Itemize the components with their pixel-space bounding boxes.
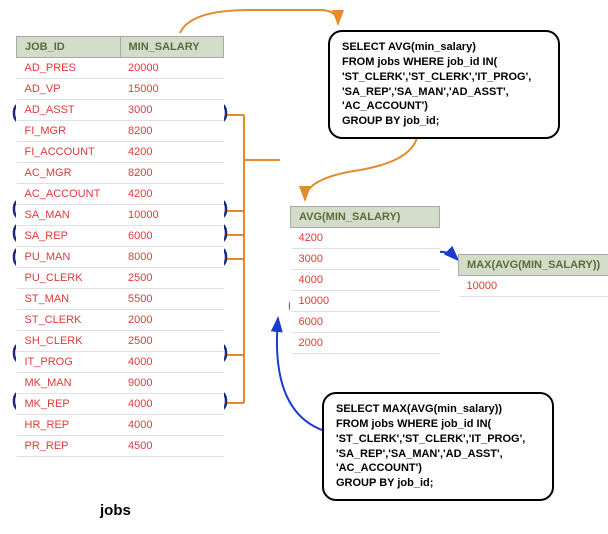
avg-col-header: AVG(MIN_SALARY)	[291, 207, 440, 228]
jobs-table: JOB_ID MIN_SALARY AD_PRES20000AD_VP15000…	[16, 36, 224, 457]
jobs-cell-min-salary: 8200	[120, 163, 224, 184]
jobs-cell-job-id: PU_CLERK	[17, 268, 121, 289]
jobs-cell-job-id: ST_MAN	[17, 289, 121, 310]
sql-box-max: SELECT MAX(AVG(min_salary)) FROM jobs WH…	[322, 392, 554, 501]
table-row: AC_MGR8200	[17, 163, 224, 184]
table-row: FI_MGR8200	[17, 121, 224, 142]
table-row: ST_MAN5500	[17, 289, 224, 310]
table-row: 10000	[291, 291, 440, 312]
table-row: IT_PROG4000	[17, 352, 224, 373]
table-row: FI_ACCOUNT4200	[17, 142, 224, 163]
jobs-col-min-salary: MIN_SALARY	[120, 37, 224, 58]
jobs-cell-job-id: MK_MAN	[17, 373, 121, 394]
table-row: 6000	[291, 312, 440, 333]
jobs-cell-job-id: SH_CLERK	[17, 331, 121, 352]
sql-line: GROUP BY job_id;	[336, 476, 540, 491]
jobs-cell-job-id: PR_REP	[17, 436, 121, 457]
jobs-cell-min-salary: 10000	[120, 205, 224, 226]
table-row: 2000	[291, 333, 440, 354]
table-row: AD_ASST3000	[17, 100, 224, 121]
jobs-cell-min-salary: 2500	[120, 268, 224, 289]
jobs-cell-min-salary: 4000	[120, 394, 224, 415]
table-row: AD_PRES20000	[17, 58, 224, 79]
table-row: 4200	[291, 228, 440, 249]
sql-line: SELECT MAX(AVG(min_salary))	[336, 402, 540, 417]
jobs-cell-min-salary: 4200	[120, 184, 224, 205]
jobs-cell-min-salary: 15000	[120, 79, 224, 100]
jobs-cell-job-id: AC_MGR	[17, 163, 121, 184]
sql-line: GROUP BY job_id;	[342, 114, 546, 129]
avg-cell: 6000	[291, 312, 440, 333]
max-col-header: MAX(AVG(MIN_SALARY))	[459, 255, 608, 276]
sql-line: 'SA_REP','SA_MAN','AD_ASST',	[336, 447, 540, 462]
jobs-cell-min-salary: 3000	[120, 100, 224, 121]
table-row: SA_MAN10000	[17, 205, 224, 226]
jobs-cell-job-id: AD_PRES	[17, 58, 121, 79]
sql-line: FROM jobs WHERE job_id IN(	[336, 417, 540, 432]
jobs-table-label: jobs	[100, 502, 131, 519]
jobs-cell-min-salary: 8000	[120, 247, 224, 268]
jobs-cell-min-salary: 2000	[120, 310, 224, 331]
table-row: PR_REP4500	[17, 436, 224, 457]
jobs-cell-job-id: MK_REP	[17, 394, 121, 415]
avg-cell: 3000	[291, 249, 440, 270]
sql-line: 'ST_CLERK','ST_CLERK','IT_PROG',	[342, 70, 546, 85]
max-table: MAX(AVG(MIN_SALARY)) 10000	[458, 254, 608, 297]
jobs-cell-job-id: AD_VP	[17, 79, 121, 100]
jobs-cell-job-id: FI_ACCOUNT	[17, 142, 121, 163]
table-row: PU_MAN8000	[17, 247, 224, 268]
table-row: AD_VP15000	[17, 79, 224, 100]
avg-cell: 10000	[291, 291, 440, 312]
table-row: MK_MAN9000	[17, 373, 224, 394]
jobs-cell-min-salary: 9000	[120, 373, 224, 394]
jobs-cell-min-salary: 4200	[120, 142, 224, 163]
avg-cell: 4000	[291, 270, 440, 291]
jobs-cell-job-id: HR_REP	[17, 415, 121, 436]
jobs-cell-job-id: FI_MGR	[17, 121, 121, 142]
jobs-cell-min-salary: 20000	[120, 58, 224, 79]
jobs-cell-min-salary: 4000	[120, 352, 224, 373]
table-row: ST_CLERK2000	[17, 310, 224, 331]
jobs-cell-min-salary: 6000	[120, 226, 224, 247]
avg-cell: 4200	[291, 228, 440, 249]
jobs-cell-min-salary: 8200	[120, 121, 224, 142]
jobs-cell-min-salary: 4500	[120, 436, 224, 457]
sql-line: 'ST_CLERK','ST_CLERK','IT_PROG',	[336, 432, 540, 447]
table-row: 10000	[459, 276, 608, 297]
table-row: AC_ACCOUNT4200	[17, 184, 224, 205]
sql-line: 'SA_REP','SA_MAN','AD_ASST',	[342, 85, 546, 100]
jobs-col-job-id: JOB_ID	[17, 37, 121, 58]
jobs-cell-job-id: AC_ACCOUNT	[17, 184, 121, 205]
jobs-cell-min-salary: 4000	[120, 415, 224, 436]
sql-line: FROM jobs WHERE job_id IN(	[342, 55, 546, 70]
table-row: 4000	[291, 270, 440, 291]
sql-line: SELECT AVG(min_salary)	[342, 40, 546, 55]
jobs-cell-job-id: SA_REP	[17, 226, 121, 247]
jobs-cell-min-salary: 5500	[120, 289, 224, 310]
table-row: SH_CLERK2500	[17, 331, 224, 352]
jobs-cell-job-id: ST_CLERK	[17, 310, 121, 331]
avg-table: AVG(MIN_SALARY) 420030004000100006000200…	[290, 206, 440, 354]
sql-box-avg: SELECT AVG(min_salary) FROM jobs WHERE j…	[328, 30, 560, 139]
table-row: MK_REP4000	[17, 394, 224, 415]
table-row: HR_REP4000	[17, 415, 224, 436]
jobs-cell-job-id: PU_MAN	[17, 247, 121, 268]
jobs-cell-job-id: AD_ASST	[17, 100, 121, 121]
avg-cell: 2000	[291, 333, 440, 354]
sql-line: 'AC_ACCOUNT')	[342, 99, 546, 114]
max-cell: 10000	[459, 276, 608, 297]
jobs-cell-job-id: IT_PROG	[17, 352, 121, 373]
table-row: PU_CLERK2500	[17, 268, 224, 289]
jobs-cell-min-salary: 2500	[120, 331, 224, 352]
table-row: SA_REP6000	[17, 226, 224, 247]
table-row: 3000	[291, 249, 440, 270]
sql-line: 'AC_ACCOUNT')	[336, 461, 540, 476]
jobs-cell-job-id: SA_MAN	[17, 205, 121, 226]
